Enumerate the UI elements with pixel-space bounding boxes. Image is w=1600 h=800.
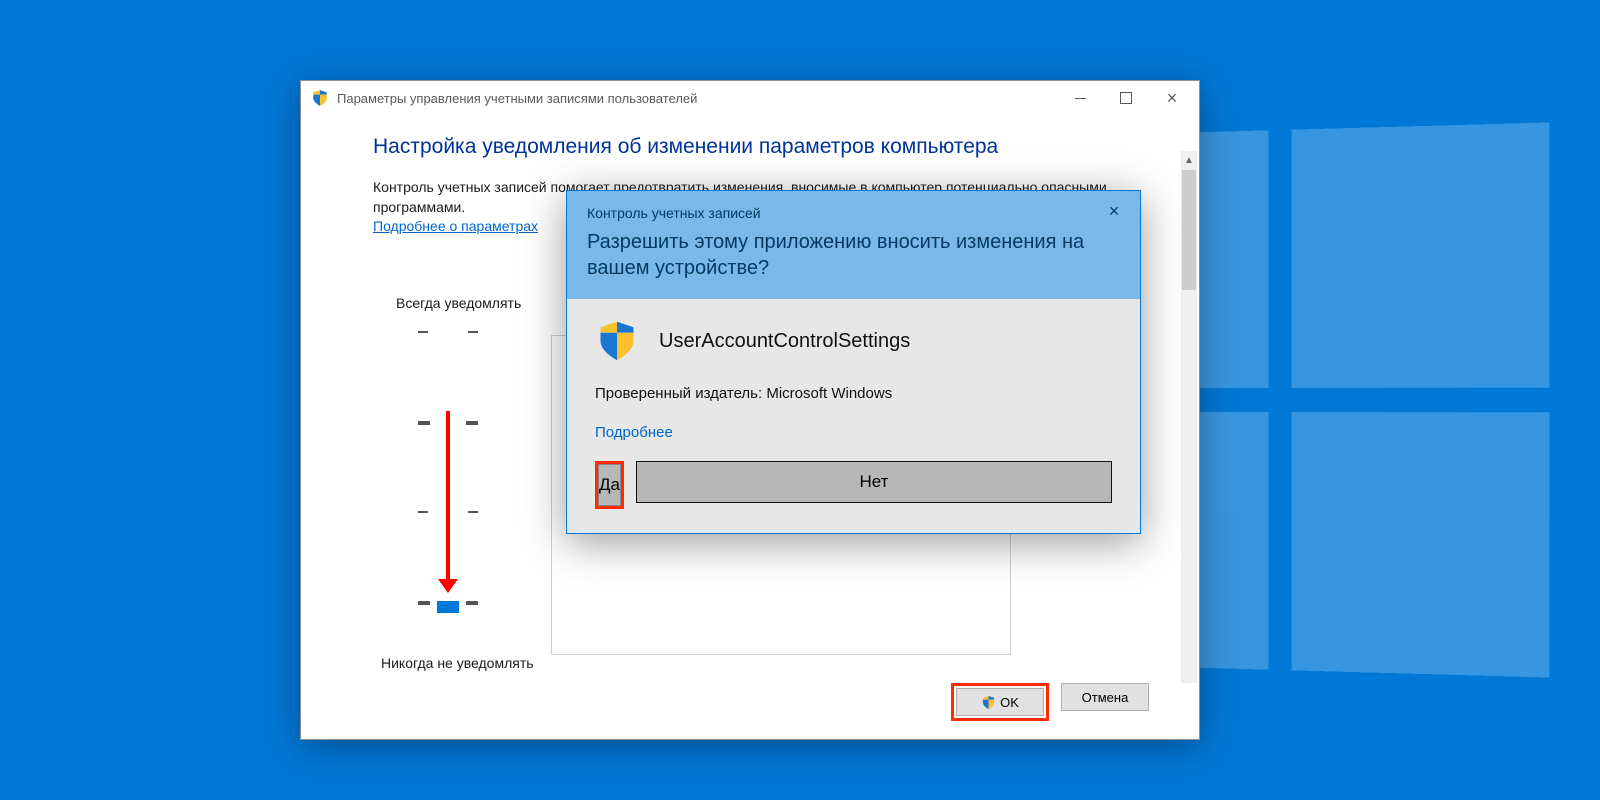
no-button[interactable]: Нет <box>636 461 1112 503</box>
uac-close-button[interactable]: × <box>1094 197 1134 225</box>
window-title: Параметры управления учетными записями п… <box>337 91 1057 106</box>
cancel-button[interactable]: Отмена <box>1061 683 1149 711</box>
ok-button[interactable]: OK <box>956 688 1044 716</box>
scrollbar[interactable]: ▲ <box>1181 151 1197 683</box>
shield-icon <box>311 89 329 107</box>
uac-subheading: Контроль учетных записей <box>587 205 1120 221</box>
uac-question: Разрешить этому приложению вносить измен… <box>587 229 1120 281</box>
maximize-button[interactable] <box>1103 83 1149 113</box>
minimize-button[interactable] <box>1057 83 1103 113</box>
uac-app-name: UserAccountControlSettings <box>659 330 910 353</box>
yes-highlight: Да <box>595 461 624 509</box>
titlebar: Параметры управления учетными записями п… <box>301 81 1199 115</box>
learn-more-link[interactable]: Подробнее о параметрах <box>373 218 538 234</box>
shield-icon <box>981 695 996 710</box>
close-button[interactable]: × <box>1149 83 1195 113</box>
ok-highlight: OK <box>951 683 1049 721</box>
uac-publisher: Проверенный издатель: Microsoft Windows <box>595 385 1112 402</box>
scroll-up-button[interactable]: ▲ <box>1181 151 1197 169</box>
slider-thumb[interactable] <box>437 601 459 613</box>
scroll-thumb[interactable] <box>1182 170 1196 290</box>
highlight-arrow <box>446 411 450 591</box>
notification-slider[interactable] <box>418 331 478 631</box>
uac-details-link[interactable]: Подробнее <box>595 424 673 441</box>
shield-icon <box>595 319 639 363</box>
uac-prompt-dialog: Контроль учетных записей × Разрешить это… <box>566 190 1141 534</box>
yes-button[interactable]: Да <box>598 464 621 506</box>
slider-bottom-label: Никогда не уведомлять <box>381 655 676 671</box>
page-heading: Настройка уведомления об изменении парам… <box>373 135 1139 159</box>
